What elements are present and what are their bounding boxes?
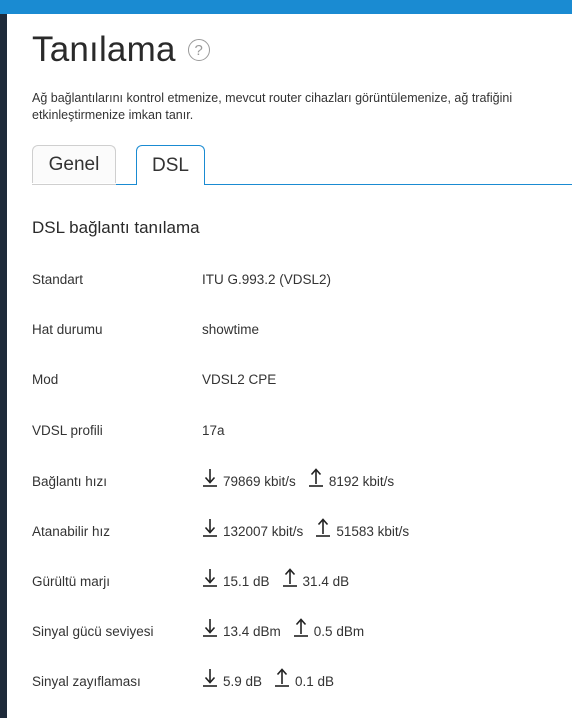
upstream-value: 8192 kbit/s [328, 473, 395, 489]
page-title: Tanılama [32, 30, 176, 69]
download-arrow-icon [202, 668, 218, 688]
row-value: 17a [202, 422, 225, 438]
row-label: Standart [32, 271, 84, 287]
downstream-value: 13.4 dBm [223, 623, 281, 639]
row-vdsl-profile: VDSL profili 17a [32, 419, 225, 441]
page-header: Tanılama ? [32, 30, 210, 70]
row-value: VDSL2 CPE [202, 371, 277, 387]
upstream-value: 31.4 dB [302, 573, 350, 589]
row-connection-speed: Bağlantı hızı 79869 kbit/s 8192 kbit/s [32, 468, 395, 492]
row-line-status: Hat durumu showtime [32, 318, 259, 340]
row-attainable-speed: Atanabilir hız 132007 kbit/s 51583 kbit/… [32, 518, 410, 542]
row-standard: Standart ITU G.993.2 (VDSL2) [32, 268, 331, 290]
row-label: Mod [32, 371, 59, 387]
upload-arrow-icon [282, 568, 298, 588]
row-value: ITU G.993.2 (VDSL2) [202, 271, 332, 287]
downstream-value: 5.9 dB [223, 673, 263, 689]
row-label: Gürültü marjı [32, 573, 111, 589]
upstream-value: 0.1 dB [295, 673, 335, 689]
tab-general[interactable]: Genel [32, 145, 116, 183]
downstream-value: 15.1 dB [223, 573, 270, 589]
row-mode: Mod VDSL2 CPE [32, 368, 276, 390]
description-line-2: etkinleştirmenize imkan tanır. [32, 108, 194, 122]
download-arrow-icon [202, 518, 218, 538]
upstream-value: 0.5 dBm [313, 623, 365, 639]
row-value: showtime [202, 321, 260, 337]
top-accent-bar [0, 0, 572, 14]
row-label: Hat durumu [32, 321, 103, 337]
downstream-value: 132007 kbit/s [223, 523, 304, 539]
download-arrow-icon [202, 618, 218, 638]
row-value: 132007 kbit/s 51583 kbit/s [202, 518, 410, 541]
active-tab-gap [137, 184, 204, 185]
row-label: Sinyal gücü seviyesi [32, 623, 154, 639]
description-line-1: Ağ bağlantılarını kontrol etmenize, mevc… [32, 91, 513, 105]
row-value: 5.9 dB 0.1 dB [202, 668, 335, 691]
row-label: Atanabilir hız [32, 523, 111, 539]
upload-arrow-icon [293, 618, 309, 638]
left-sidebar-edge [0, 14, 7, 718]
download-arrow-icon [202, 468, 218, 488]
row-signal-power: Sinyal gücü seviyesi 13.4 dBm 0.5 dBm [32, 618, 365, 642]
upstream-value: 51583 kbit/s [336, 523, 410, 539]
upload-arrow-icon [274, 668, 290, 688]
row-label: Bağlantı hızı [32, 473, 108, 489]
upload-arrow-icon [315, 518, 331, 538]
tab-dsl[interactable]: DSL [136, 145, 205, 185]
upload-arrow-icon [308, 468, 324, 488]
section-title: DSL bağlantı tanılama [32, 218, 200, 237]
row-value: 13.4 dBm 0.5 dBm [202, 618, 365, 641]
tab-bar: Genel DSL [32, 145, 205, 185]
row-value: 79869 kbit/s 8192 kbit/s [202, 468, 395, 491]
download-arrow-icon [202, 568, 218, 588]
row-attenuation: Sinyal zayıflaması 5.9 dB 0.1 dB [32, 668, 335, 692]
help-icon[interactable]: ? [187, 39, 210, 61]
row-value: 15.1 dB 31.4 dB [202, 568, 350, 591]
page-description: Ağ bağlantılarını kontrol etmenize, mevc… [32, 90, 572, 124]
row-noise-margin: Gürültü marjı 15.1 dB 31.4 dB [32, 568, 350, 592]
downstream-value: 79869 kbit/s [223, 473, 296, 489]
row-label: Sinyal zayıflaması [32, 673, 141, 689]
row-label: VDSL profili [32, 422, 103, 438]
